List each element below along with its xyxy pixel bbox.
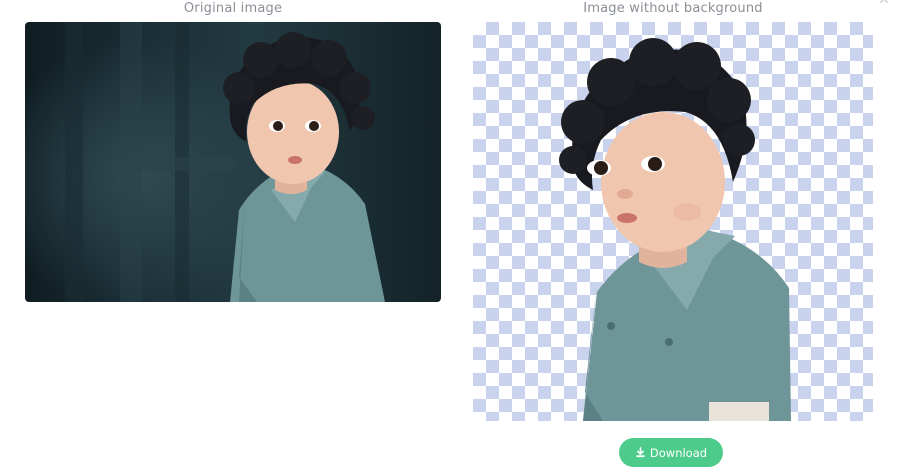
original-image xyxy=(25,22,441,302)
background-remover-preview: Original image Image without background … xyxy=(0,0,902,474)
close-icon[interactable]: ✕ xyxy=(878,0,890,8)
result-image-caption: Image without background xyxy=(583,1,763,16)
original-image-caption: Original image xyxy=(183,1,283,16)
cutout-photo-illustration xyxy=(559,38,791,421)
download-icon xyxy=(636,447,645,458)
original-photo-illustration xyxy=(65,22,385,302)
result-image xyxy=(473,22,873,421)
download-button-label: Download xyxy=(649,445,708,460)
download-button[interactable]: Download xyxy=(619,438,723,467)
